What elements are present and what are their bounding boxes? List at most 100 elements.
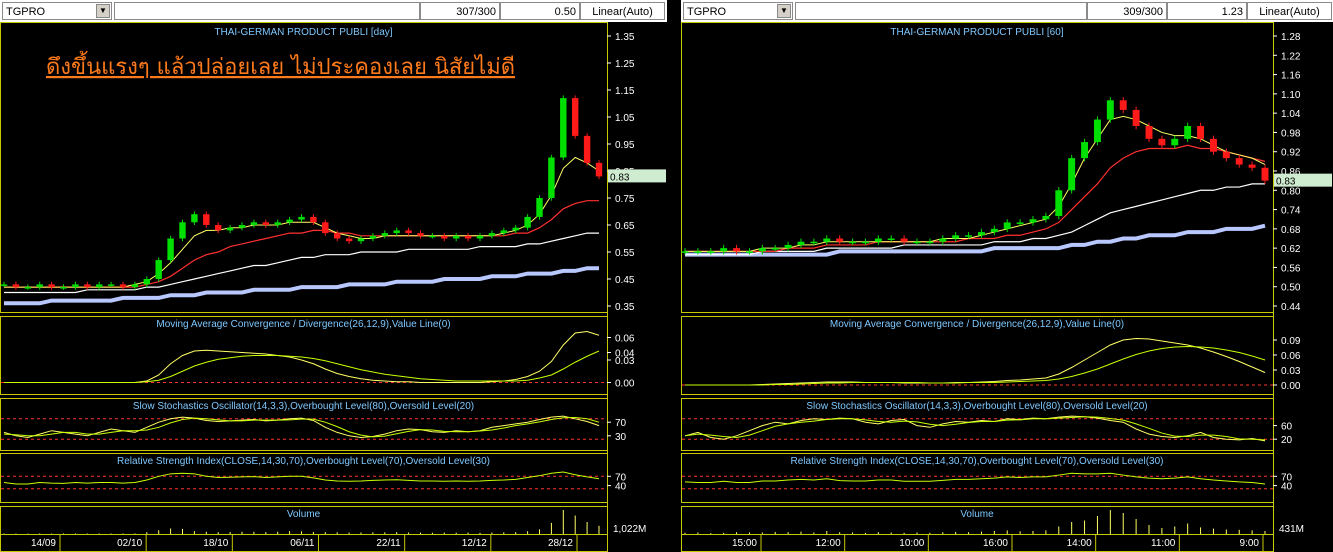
stoch-series-d xyxy=(3,416,600,438)
candle-body xyxy=(1093,119,1101,143)
time-tick-label: 14:00 xyxy=(1067,538,1092,549)
volume-title: Volume xyxy=(960,509,994,520)
price-tick-label: 0.74 xyxy=(1281,206,1301,217)
macd-tick-label: 0.06 xyxy=(615,334,635,345)
price-tick-label: 0.92 xyxy=(1281,148,1301,159)
rsi-tick-label: 40 xyxy=(1281,482,1293,493)
candle-body xyxy=(965,235,973,237)
volume-tick-label: 431M xyxy=(1279,524,1304,535)
symbol-value: TGPRO xyxy=(687,6,727,18)
price-tick-label: 0.62 xyxy=(1281,244,1301,255)
stoch-tick-label: 30 xyxy=(615,432,627,443)
candle-body xyxy=(417,233,424,236)
candle-body xyxy=(393,230,400,234)
candle-body xyxy=(226,227,234,231)
candle-body xyxy=(797,241,805,245)
time-tick-label: 10:00 xyxy=(899,538,924,549)
macd-series-signal xyxy=(4,350,600,383)
candle-body xyxy=(536,198,543,217)
candle-body xyxy=(0,284,8,286)
candle-body xyxy=(1171,138,1179,146)
candle-body xyxy=(167,238,174,261)
time-tick-label: 16:00 xyxy=(983,538,1008,549)
candle-body xyxy=(238,225,246,228)
candle-body xyxy=(488,233,496,236)
candle-body xyxy=(345,238,353,242)
candle-body xyxy=(758,248,766,252)
macd-series-signal xyxy=(685,345,1266,386)
candle-body xyxy=(681,251,689,253)
candle-body xyxy=(1222,151,1230,159)
candle-body xyxy=(1145,126,1153,139)
toolbar-blank-field xyxy=(114,2,420,20)
candle-body xyxy=(298,216,305,220)
price-tick-label: 0.65 xyxy=(615,221,635,232)
candle-body xyxy=(476,235,484,239)
macd-series-macd xyxy=(685,337,1266,386)
chevron-down-icon[interactable]: ▼ xyxy=(96,4,110,18)
stoch-title: Slow Stochastics Oscillator(14,3,3),Over… xyxy=(133,401,474,412)
price-tick-label: 0.50 xyxy=(1281,283,1301,294)
stoch-series-k xyxy=(684,415,1266,442)
candle-body xyxy=(861,241,869,244)
candle-body xyxy=(560,98,567,158)
price-tick-label: 0.44 xyxy=(1281,302,1301,313)
macd-title: Moving Average Convergence / Divergence(… xyxy=(156,319,450,330)
candle-body xyxy=(952,235,960,239)
candle-body xyxy=(887,238,895,240)
cursor-value: 0.50 xyxy=(500,2,580,20)
candle-body xyxy=(1235,158,1243,165)
candle-body xyxy=(1248,164,1256,168)
candle-body xyxy=(1042,216,1050,220)
time-tick-label: 15:00 xyxy=(732,538,757,549)
last-price-label: 0.83 xyxy=(1276,177,1296,188)
candle-body xyxy=(214,225,222,231)
series-ma-long xyxy=(685,223,1266,257)
candle-body xyxy=(500,230,508,234)
candle-body xyxy=(849,241,857,244)
toolbar-blank-field xyxy=(795,2,1087,20)
time-tick-label: 9:00 xyxy=(1240,538,1260,549)
rsi-tick-label: 40 xyxy=(615,482,627,493)
chevron-down-icon[interactable]: ▼ xyxy=(777,4,791,18)
candle-body xyxy=(745,251,753,253)
candle-body xyxy=(823,238,831,242)
macd-tick-label: 0.00 xyxy=(1281,381,1301,392)
candle-body xyxy=(84,284,91,288)
candle-body xyxy=(1197,126,1205,139)
macd-tick-label: 0.09 xyxy=(1281,336,1301,347)
bars-count: 309/300 xyxy=(1087,2,1167,20)
price-tick-label: 1.15 xyxy=(615,86,635,97)
candle-body xyxy=(262,222,270,225)
candle-body xyxy=(1119,100,1127,110)
symbol-select[interactable]: TGPRO ▼ xyxy=(2,2,112,20)
price-tick-label: 0.45 xyxy=(615,275,635,286)
stoch-tick-label: 60 xyxy=(1281,422,1293,433)
series-ma-slow xyxy=(685,183,1265,256)
candle-body xyxy=(512,227,519,231)
chart-panel-daily: TGPRO ▼ 307/300 0.50 Linear(Auto) THAI-G… xyxy=(0,0,667,552)
candle-body xyxy=(990,228,998,233)
volume-tick-label: 1,022M xyxy=(613,524,646,535)
price-tick-label: 0.55 xyxy=(615,248,635,259)
candle-body xyxy=(1209,138,1217,152)
macd-title: Moving Average Convergence / Divergence(… xyxy=(830,319,1124,330)
time-tick-label: 12:00 xyxy=(816,538,841,549)
candle-body xyxy=(1106,100,1114,120)
price-tick-label: 1.25 xyxy=(615,59,635,70)
chart-canvas-daily: THAI-GERMAN PRODUCT PUBLI [day] 1.35 1.25 1… xyxy=(0,22,666,552)
candle-body xyxy=(707,251,715,253)
volume-title: Volume xyxy=(287,509,321,520)
candle-body xyxy=(874,238,882,242)
candle-body xyxy=(48,284,55,288)
chart-canvas-hourly: THAI-GERMAN PRODUCT PUBLI [60] 1.28 1.22 1.… xyxy=(681,22,1332,552)
candle-body xyxy=(333,233,341,239)
rsi-title: Relative Strength Index(CLOSE,14,30,70),… xyxy=(117,456,490,467)
scale-mode-button[interactable]: Linear(Auto) xyxy=(1247,2,1332,20)
candle-body xyxy=(836,238,844,242)
chart-toolbar: TGPRO ▼ 309/300 1.23 Linear(Auto) xyxy=(681,0,1333,23)
symbol-select[interactable]: TGPRO ▼ xyxy=(683,2,793,20)
candle-body xyxy=(1158,138,1166,146)
scale-mode-button[interactable]: Linear(Auto) xyxy=(580,2,665,20)
candle-body xyxy=(143,279,151,285)
